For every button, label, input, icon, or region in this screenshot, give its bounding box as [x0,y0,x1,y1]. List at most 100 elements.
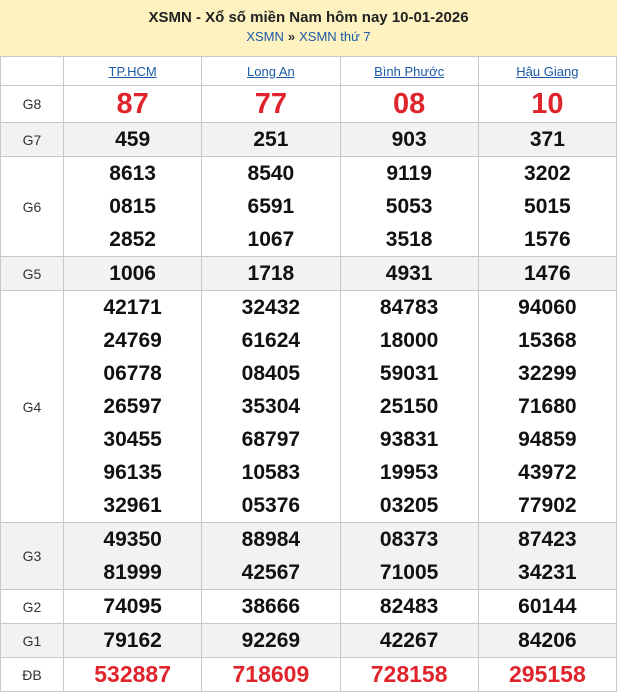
prize-number: 92269 [241,629,301,652]
prize-cell: 38666 [201,589,341,624]
prize-row: G1 79162 92269 42267 84206 [0,623,617,658]
prize-number: 10583 [241,461,301,484]
prize-number: 24769 [103,329,162,352]
prize-number: 74095 [103,595,162,618]
prize-number: 59031 [379,362,439,385]
province-link-tphcm[interactable]: TP.HCM [109,64,157,79]
prize-number: 42171 [103,296,162,319]
prize-number: 81999 [103,561,162,584]
prize-cell: 10 [477,85,617,123]
prize-cell: 92269 [201,623,341,658]
prize-number: 71680 [518,395,577,418]
prize-cell: 1718 [201,256,341,291]
prize-number: 96135 [103,461,162,484]
results-table: TP.HCM Long An Bình Phước Hậu Giang G8 87… [0,56,617,692]
prize-label: G6 [0,156,64,257]
prize-number: 532887 [94,661,171,687]
prize-cell: 82483 [339,589,479,624]
prize-number: 1006 [109,262,156,285]
prize-number: 05376 [241,494,301,517]
prize-cell: 728158 [339,657,479,692]
prize-number: 4931 [385,262,433,285]
prize-number: 10 [531,88,564,120]
prize-number: 38666 [241,595,301,618]
prize-number: 88984 [241,528,301,551]
prize-cell: 4931 [339,256,479,291]
prize-cell: 8540 6591 1067 [201,156,341,257]
prize-number: 8540 [247,162,295,185]
province-header-row: TP.HCM Long An Bình Phước Hậu Giang [0,56,617,86]
prize-row: G8 87 77 08 10 [0,85,617,123]
province-header: Hậu Giang [477,56,617,86]
prize-cell: 32432 61624 08405 35304 68797 10583 05376 [201,290,341,523]
province-header: Long An [201,56,341,86]
prize-cell: 84206 [477,623,617,658]
prize-number: 03205 [379,494,439,517]
prize-cell: 251 [201,122,341,157]
prize-number: 42567 [241,561,301,584]
prize-number: 1067 [247,228,295,251]
prize-cell: 1476 [477,256,617,291]
prize-cell: 74095 [62,589,203,624]
province-link-hau-giang[interactable]: Hậu Giang [516,64,578,79]
prize-number: 32299 [518,362,577,385]
prize-number: 19953 [379,461,439,484]
prize-number: 251 [253,128,289,151]
prize-label: G2 [0,589,64,624]
prize-number: 295158 [509,661,586,687]
breadcrumb-xsmn-link[interactable]: XSMN [246,29,284,44]
prize-number: 30455 [103,428,162,451]
prize-number: 6591 [247,195,295,218]
prize-number: 0815 [109,195,156,218]
breadcrumb-xsmn-saturday-link[interactable]: XSMN thứ 7 [299,29,371,44]
prize-label: G1 [0,623,64,658]
prize-number: 94060 [518,296,577,319]
prize-number: 34231 [518,561,577,584]
prize-number: 71005 [379,561,439,584]
prize-number: 42267 [379,629,439,652]
page-title: XSMN - Xổ số miền Nam hôm nay 10-01-2026 [148,9,469,26]
province-link-long-an[interactable]: Long An [247,64,295,79]
prize-number: 08 [392,88,426,120]
prize-number: 718609 [232,661,310,687]
province-header: Bình Phước [339,56,479,86]
prize-row: G3 49350 81999 88984 42567 08373 71005 87423 342… [0,522,617,590]
province-link-binh-phuoc[interactable]: Bình Phước [374,64,444,79]
prize-cell: 88984 42567 [201,522,341,590]
prize-number: 3518 [385,228,433,251]
prize-row: G5 1006 1718 4931 1476 [0,256,617,291]
prize-number: 1576 [524,228,571,251]
prize-label: G8 [0,85,64,123]
breadcrumb: XSMN» XSMN thứ 7 [0,30,617,44]
prize-label: G4 [0,290,64,523]
prize-cell: 08373 71005 [339,522,479,590]
prize-number: 459 [115,128,151,151]
breadcrumb-separator: » [287,29,296,44]
prize-number: 32432 [241,296,301,319]
prize-number: 08405 [241,362,301,385]
prize-cell: 295158 [477,657,617,692]
prize-cell: 1006 [62,256,203,291]
prize-number: 3202 [524,162,571,185]
prize-cell: 9119 5053 3518 [339,156,479,257]
prize-number: 5015 [524,195,571,218]
corner-cell [0,56,64,86]
prize-row: G4 42171 24769 06778 26597 30455 96135 32961 324… [0,290,617,523]
prize-row: G2 74095 38666 82483 60144 [0,589,617,624]
prize-number: 371 [529,128,565,151]
prize-cell: 94060 15368 32299 71680 94859 43972 77902 [477,290,617,523]
page-header: XSMN - Xổ số miền Nam hôm nay 10-01-2026… [0,0,617,56]
prize-cell: 87 [62,85,203,123]
prize-number: 60144 [518,595,577,618]
prize-number: 77902 [518,494,577,517]
prize-number: 5053 [385,195,433,218]
prize-number: 903 [391,128,427,151]
prize-cell: 532887 [62,657,203,692]
prize-number: 87 [116,88,149,120]
prize-number: 61624 [241,329,301,352]
prize-number: 8613 [109,162,156,185]
prize-cell: 718609 [201,657,341,692]
prize-cell: 08 [339,85,479,123]
prize-number: 68797 [241,428,301,451]
prize-label: G7 [0,122,64,157]
